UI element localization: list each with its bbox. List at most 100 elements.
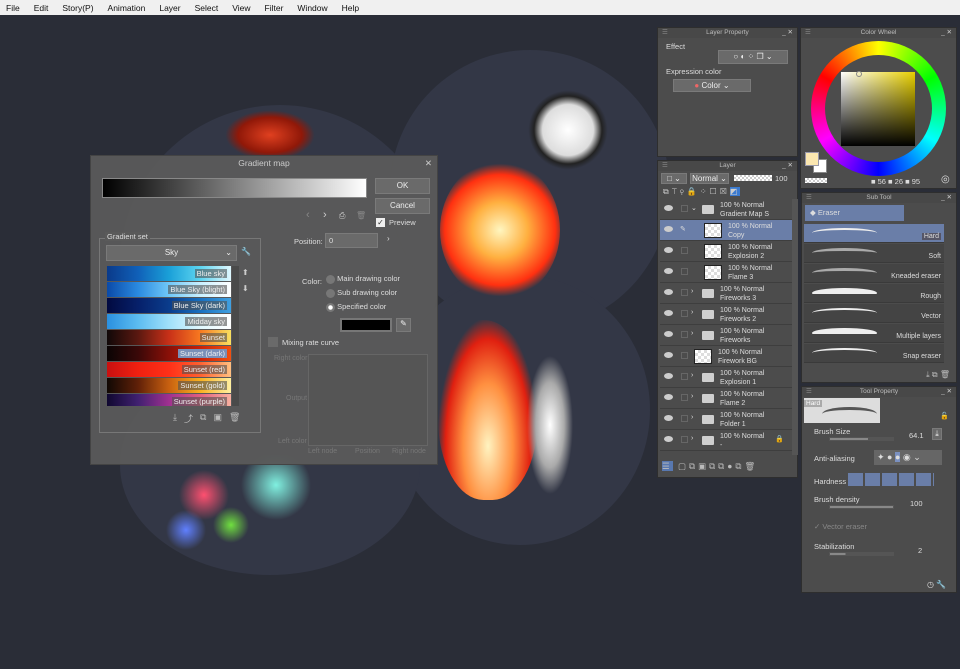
chevron-right-icon[interactable]: › (691, 309, 693, 316)
eye-icon[interactable] (664, 352, 673, 358)
brush-density-slider[interactable] (829, 505, 894, 509)
lock-checkbox[interactable] (681, 352, 688, 359)
eye-icon[interactable] (664, 268, 673, 274)
sub-tool-item[interactable]: Snap eraser (804, 344, 944, 363)
lock-checkbox[interactable] (681, 415, 688, 422)
layer-row[interactable]: 100 % Normal Firework BG (660, 346, 792, 367)
brush-size-download-icon[interactable]: ⤓ (932, 428, 942, 440)
gradient-set-select[interactable]: Sky ⌄ (106, 245, 237, 261)
stabilization-value[interactable]: 2 (918, 546, 922, 555)
opacity-slider[interactable] (734, 175, 772, 181)
menu-storyp[interactable]: Story(P) (62, 3, 93, 13)
import-icon[interactable]: ⤓ (173, 412, 177, 425)
color-option-radio[interactable]: Sub drawing color (326, 288, 397, 298)
eye-icon[interactable] (664, 310, 673, 316)
gradient-item[interactable]: Blue sky (107, 266, 231, 281)
layer-color-select[interactable]: □ ⌄ (661, 173, 687, 184)
add-gradient-icon[interactable]: ▣ (213, 412, 222, 425)
effect-buttons[interactable]: ○ ◐ ⁘ ❐ ⌄ (718, 50, 788, 64)
specified-color-swatch[interactable] (340, 318, 392, 332)
close-icon[interactable]: _ ✕ (941, 28, 952, 38)
position-input[interactable]: 0 (325, 233, 378, 248)
sub-tool-item[interactable]: Vector (804, 304, 944, 323)
brush-size-value[interactable]: 64.1 (909, 431, 924, 440)
layer-row[interactable]: ✎ 100 % Normal Copy (660, 220, 792, 241)
menu-animation[interactable]: Animation (108, 3, 146, 13)
eye-icon[interactable] (664, 247, 673, 253)
color-mode-icon[interactable]: ◎ (941, 174, 950, 185)
gradient-item[interactable]: Sunset (red) (107, 362, 231, 377)
layer-scrollbar[interactable] (792, 199, 798, 455)
lock-checkbox[interactable] (681, 205, 688, 212)
sub-tool-item[interactable]: Hard (804, 224, 944, 243)
prev-node-icon[interactable]: ‹ (306, 209, 310, 221)
eyedropper-icon[interactable]: ✎ (396, 318, 411, 332)
move-up-icon[interactable]: ⬆ (242, 268, 249, 277)
sub-tool-item[interactable]: Kneaded eraser (804, 264, 944, 283)
gradient-list[interactable]: Blue sky Blue Sky (blight) Blue Sky (dark)… (91, 266, 251, 406)
gradient-item[interactable]: Sunset (purple) (107, 394, 231, 406)
menu-icon[interactable]: ☰ (662, 28, 668, 38)
duplicate-icon[interactable]: ⧉ (200, 412, 206, 425)
sub-tool-item[interactable]: Soft (804, 244, 944, 263)
anti-aliasing-options[interactable]: ✦ ● ● ◉ ⌄ (874, 450, 942, 465)
lock-checkbox[interactable] (681, 289, 688, 296)
eye-icon[interactable] (664, 415, 673, 421)
layer-row[interactable]: › 100 % Normal Fireworks 3 (660, 283, 792, 304)
lock-icon[interactable]: 🔓 (940, 412, 949, 420)
expression-color-select[interactable]: ● Color ⌄ (673, 79, 751, 92)
chevron-right-icon[interactable]: › (691, 288, 693, 295)
gradient-item[interactable]: Blue Sky (dark) (107, 298, 231, 313)
gradient-preview-bar[interactable] (102, 178, 367, 198)
eye-icon[interactable] (664, 331, 673, 337)
sub-tool-item[interactable]: Multiple layers (804, 324, 944, 343)
flip-icon[interactable]: ⎙ (339, 211, 345, 221)
mixing-curve-graph[interactable] (308, 354, 428, 446)
chevron-down-icon[interactable]: ⌄ (691, 204, 697, 212)
stabilization-slider[interactable] (829, 552, 894, 556)
close-icon[interactable]: _ ✕ (782, 161, 793, 171)
tool-group-tab[interactable]: ◆ Eraser (805, 205, 904, 221)
lock-checkbox[interactable] (681, 268, 688, 275)
close-icon[interactable]: ✕ (425, 156, 432, 170)
chevron-right-icon[interactable]: › (691, 435, 693, 442)
chevron-right-icon[interactable]: › (691, 393, 693, 400)
close-icon[interactable]: _ ✕ (941, 387, 952, 397)
sub-tool-footer-icons[interactable]: ⤓ ⧉ 🗑 (926, 370, 950, 380)
layer-row[interactable]: › 100 % Normal Explosion 1 (660, 367, 792, 388)
lock-checkbox[interactable] (681, 331, 688, 338)
close-icon[interactable]: _ ✕ (941, 193, 952, 203)
settings-wrench-icon[interactable]: 🔧 (241, 247, 251, 256)
menu-filter[interactable]: Filter (265, 3, 284, 13)
brush-size-slider[interactable] (829, 437, 894, 441)
gradient-item[interactable]: Sunset (107, 330, 231, 345)
layer-row[interactable]: › 100 % Normal - 🔒 (660, 430, 792, 451)
menu-select[interactable]: Select (195, 3, 219, 13)
layer-row[interactable]: › 100 % Normal Fireworks 2 (660, 304, 792, 325)
gradient-item[interactable]: Sunset (gold) (107, 378, 231, 393)
ok-button[interactable]: OK (375, 178, 430, 194)
menu-window[interactable]: Window (297, 3, 327, 13)
layer-row[interactable]: ⌄ 100 % Normal Gradient Map S (660, 199, 792, 220)
sub-tool-item[interactable]: Rough (804, 284, 944, 303)
hardness-slider[interactable] (848, 473, 934, 486)
export-icon[interactable]: ⤴ (184, 412, 193, 425)
trash-icon[interactable]: 🗑 (229, 412, 240, 425)
eye-icon[interactable] (664, 436, 673, 442)
menu-view[interactable]: View (232, 3, 250, 13)
chevron-right-icon[interactable]: › (387, 234, 390, 243)
opacity-value[interactable]: 100 (775, 174, 788, 183)
transparent-swatch[interactable] (805, 178, 827, 183)
eye-icon[interactable] (664, 289, 673, 295)
color-option-radio[interactable]: Specified color (326, 302, 386, 312)
eye-icon[interactable] (664, 394, 673, 400)
layer-row[interactable]: › 100 % Normal Flame 2 (660, 388, 792, 409)
gradient-item[interactable]: Midday sky (107, 314, 231, 329)
lock-checkbox[interactable] (681, 373, 688, 380)
lock-checkbox[interactable] (681, 247, 688, 254)
color-option-radio[interactable]: Main drawing color (326, 274, 400, 284)
lock-checkbox[interactable] (681, 436, 688, 443)
gradient-item[interactable]: Sunset (dark) (107, 346, 231, 361)
lock-checkbox[interactable] (681, 310, 688, 317)
menu-layer[interactable]: Layer (159, 3, 180, 13)
